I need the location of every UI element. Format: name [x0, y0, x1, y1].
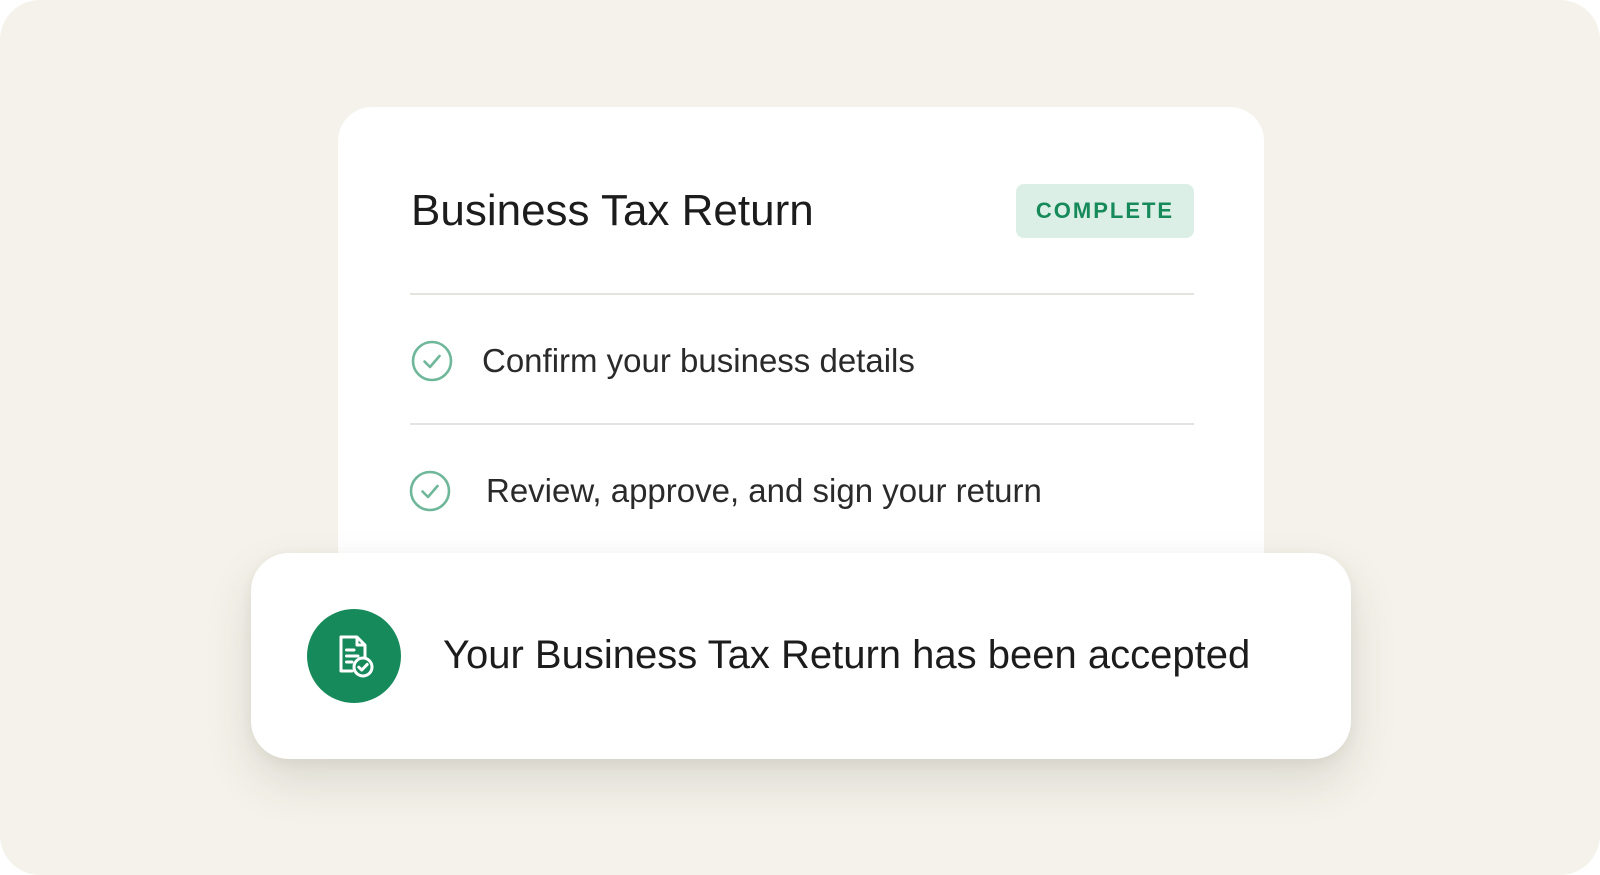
card-title: Business Tax Return	[411, 186, 814, 235]
check-circle-icon	[411, 340, 453, 382]
step-label: Confirm your business details	[482, 342, 915, 379]
status-badge: COMPLETE	[1016, 184, 1194, 238]
notification-icon-badge	[307, 609, 401, 703]
check-circle-icon	[409, 470, 451, 512]
tax-return-card: Business Tax Return COMPLETE Confirm you…	[338, 107, 1264, 627]
page-background: Business Tax Return COMPLETE Confirm you…	[0, 0, 1600, 875]
document-check-icon	[339, 635, 374, 678]
step-label: Review, approve, and sign your return	[486, 472, 1042, 509]
notification-message: Your Business Tax Return has been accept…	[443, 633, 1251, 677]
divider	[410, 293, 1194, 295]
divider	[410, 423, 1194, 425]
acceptance-notification[interactable]: Your Business Tax Return has been accept…	[251, 553, 1351, 759]
